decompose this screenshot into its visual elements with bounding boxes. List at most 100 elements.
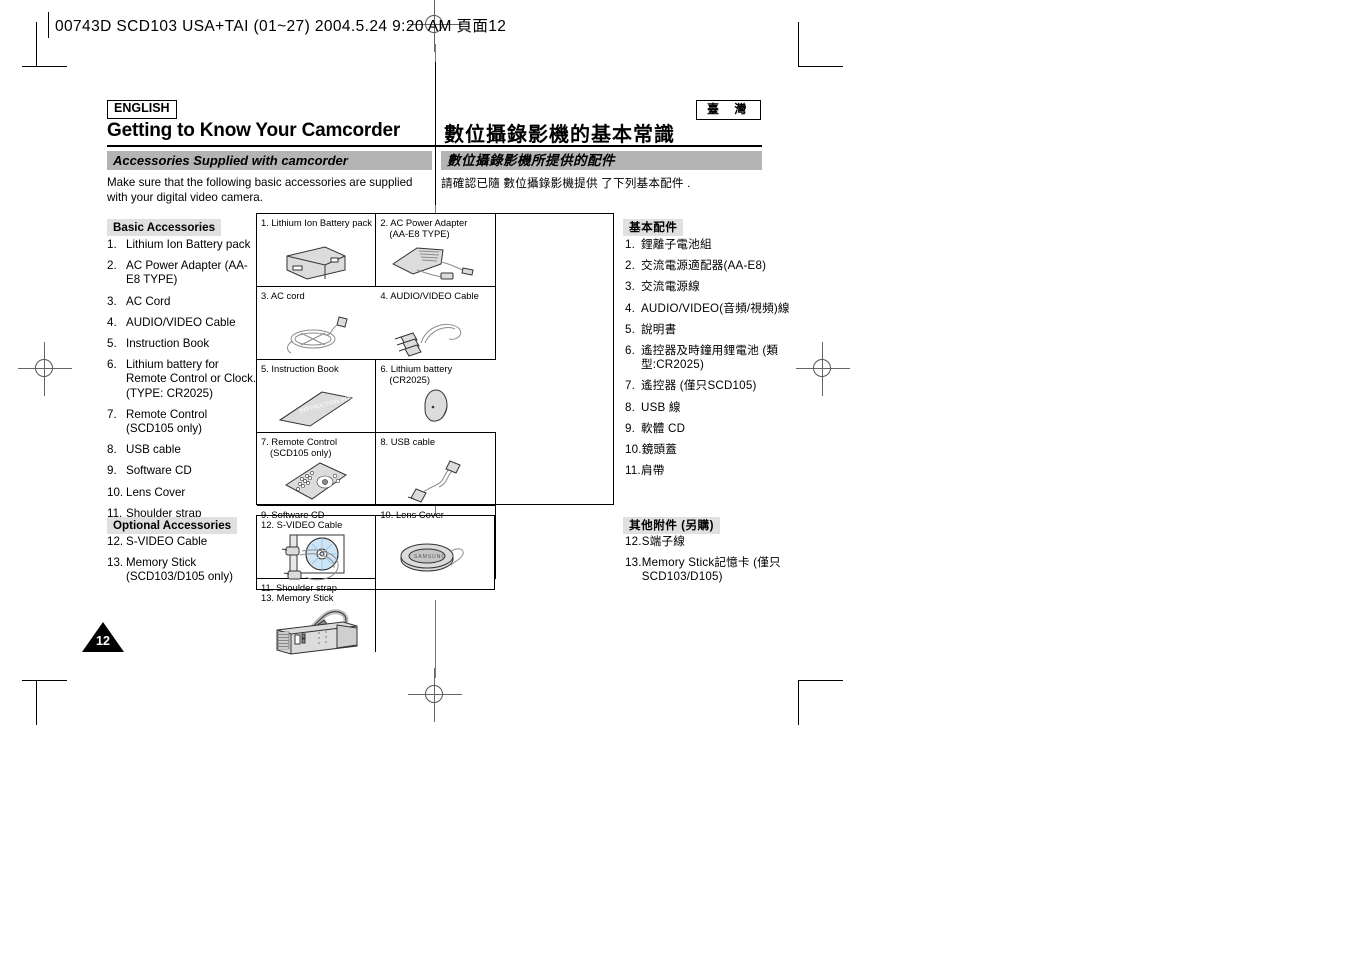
list-item: 4. AUDIO/VIDEO(音頻/視頻)線 <box>625 302 795 316</box>
section-bar-english: Accessories Supplied with camcorder <box>107 151 432 170</box>
accessory-cell: 4. AUDIO/VIDEO Cable <box>376 287 496 360</box>
list-item-number: 3. <box>107 294 117 308</box>
accessory-image-grid-basic: 1. Lithium Ion Battery pack 2. AC Power … <box>256 213 614 652</box>
list-item-number: 3. <box>625 280 636 294</box>
intro-paragraph-english: Make sure that the following basic acces… <box>107 176 413 204</box>
list-item: 5. 說明書 <box>625 323 795 337</box>
list-item: 10. 鏡頭蓋 <box>625 443 795 457</box>
list-item: 6. Lithium battery for Remote Control or … <box>107 358 257 401</box>
list-item-label: USB cable <box>126 443 181 457</box>
accessory-caption: 8. USB cable <box>380 436 436 447</box>
list-optional-accessories-en: 12. S-VIDEO Cable 13. Memory Stick (SCD103/… <box>107 535 257 592</box>
battery-pack-icon <box>257 239 375 285</box>
section-bar-chinese: 數位攝錄影機所提供的配件 <box>441 151 762 170</box>
title-underline-rule <box>107 145 762 148</box>
page-number-label: 12 <box>96 634 110 648</box>
list-item-number: 7. <box>107 407 117 421</box>
accessory-cell: 12. S-VIDEO Cable <box>257 516 377 589</box>
list-item: 7. 遙控器 (僅只SCD105) <box>625 379 795 393</box>
ac-cord-icon <box>257 312 376 358</box>
list-item-label: USB 線 <box>641 400 681 414</box>
accessory-cell: 2. AC Power Adapter (AA-E8 TYPE) <box>376 214 496 287</box>
lithium-coin-battery-icon <box>376 385 495 431</box>
accessory-caption: 13. Memory Stick <box>261 592 334 603</box>
list-item: 12. S-VIDEO Cable <box>107 535 257 549</box>
list-item: 7. Remote Control (SCD105 only) <box>107 408 257 436</box>
list-item-label: 說明書 <box>641 322 677 336</box>
list-item-label: Software CD <box>126 464 192 478</box>
ac-power-adapter-icon <box>376 239 494 285</box>
language-tag-taiwan: 臺 灣 <box>696 100 762 121</box>
list-item-number: 6. <box>625 344 636 358</box>
accessory-caption: 5. Instruction Book <box>261 363 339 374</box>
accessory-caption-line2: (AA-E8 TYPE) <box>389 228 450 239</box>
list-item-number: 10. <box>107 485 124 499</box>
list-item-label: 交流電源線 <box>641 280 700 294</box>
instruction-book-icon: INSTRUCTION BOOK <box>257 385 375 431</box>
page-title-chinese: 數位攝錄影機的基本常識 <box>444 124 675 146</box>
accessory-caption: 6. Lithium battery (CR2025) <box>380 363 493 385</box>
list-item-label: S端子線 <box>641 535 686 548</box>
list-item: 2. AC Power Adapter (AA-E8 TYPE) <box>107 259 257 287</box>
list-item-label: 遙控器 (僅只SCD105) <box>641 379 757 393</box>
list-item-number: 1. <box>625 238 636 251</box>
list-item-number: 4. <box>625 301 636 315</box>
memory-stick-icon <box>257 615 376 661</box>
accessory-caption: 3. AC cord <box>261 290 305 301</box>
list-optional-accessories-zh: 12. S端子線 13. Memory Stick記憶卡 (僅只SCD103/D105… <box>625 535 795 592</box>
list-item-number: 2. <box>107 259 117 273</box>
list-item-number: 10. <box>625 443 642 457</box>
column-divider-top <box>435 62 437 145</box>
accessory-image-grid-optional: 12. S-VIDEO Cable 13. Memory Stick <box>256 515 495 655</box>
list-item-label: AC Cord <box>126 294 171 308</box>
list-item-label: AUDIO/VIDEO(音頻/視頻)線 <box>641 301 790 315</box>
list-item-label: 軟體 CD <box>641 421 686 435</box>
list-item: 9. 軟體 CD <box>625 422 795 436</box>
accessory-caption: 2. AC Power Adapter (AA-E8 TYPE) <box>380 217 492 239</box>
list-item-number: 1. <box>107 238 117 251</box>
list-item-label: S-VIDEO Cable <box>126 535 208 548</box>
accessory-cell: 3. AC cord <box>257 287 377 360</box>
list-item: 3. AC Cord <box>107 295 257 309</box>
list-item-label: AC Power Adapter (AA-E8 TYPE) <box>126 259 248 287</box>
accessory-cell: 5. Instruction Book INSTRUCTION BOOK <box>257 360 377 433</box>
list-item-label: Memory Stick記憶卡 (僅只SCD103/D105) <box>641 556 781 584</box>
list-item-label: 肩帶 <box>641 464 665 478</box>
usb-cable-icon <box>376 458 494 504</box>
accessory-cell: 8. USB cable <box>376 433 496 506</box>
accessory-caption: 7. Remote Control (SCD105 only) <box>261 436 373 458</box>
list-item-number: 8. <box>107 443 117 457</box>
list-item: 6. 遙控器及時鐘用鋰電池 (類型:CR2025) <box>625 344 795 372</box>
accessory-caption-line2: (SCD105 only) <box>270 447 332 458</box>
list-item-number: 12. <box>625 535 642 548</box>
list-item-number: 7. <box>625 379 636 393</box>
accessory-caption: 4. AUDIO/VIDEO Cable <box>380 290 479 301</box>
list-item-label: Lithium battery for Remote Control or Cl… <box>126 358 257 400</box>
heading-basic-accessories-en: Basic Accessories <box>107 219 222 237</box>
list-item: 3. 交流電源線 <box>625 280 795 294</box>
accessory-cell: 7. Remote Control (SCD105 only) <box>257 433 377 506</box>
list-item-label: Lithium Ion Battery pack <box>126 238 251 251</box>
list-item-number: 12. <box>107 535 124 548</box>
list-item: 13. Memory Stick (SCD103/D105 only) <box>107 556 257 584</box>
list-item-number: 5. <box>625 322 636 336</box>
remote-control-icon <box>257 458 375 504</box>
list-item: 8. USB 線 <box>625 401 795 415</box>
list-item-number: 5. <box>107 337 117 351</box>
list-item-number: 6. <box>107 358 117 372</box>
list-item-number: 9. <box>107 464 117 478</box>
list-item-label: AUDIO/VIDEO Cable <box>126 315 236 329</box>
list-item-number: 2. <box>625 259 636 273</box>
list-item-label: Instruction Book <box>126 337 210 351</box>
accessory-cell: 13. Memory Stick <box>257 589 376 662</box>
accessory-caption: 12. S-VIDEO Cable <box>261 519 343 530</box>
column-divider-bottom <box>435 147 437 205</box>
audio-video-cable-icon <box>376 312 494 358</box>
language-tag-english: ENGLISH <box>107 100 177 119</box>
list-item: 11. 肩帶 <box>625 464 795 478</box>
list-item-number: 4. <box>107 315 117 329</box>
list-item: 10. Lens Cover <box>107 486 257 500</box>
list-item-number: 8. <box>625 400 636 414</box>
accessory-caption-line2: (CR2025) <box>389 374 430 385</box>
list-item: 1. Lithium Ion Battery pack <box>107 238 257 252</box>
